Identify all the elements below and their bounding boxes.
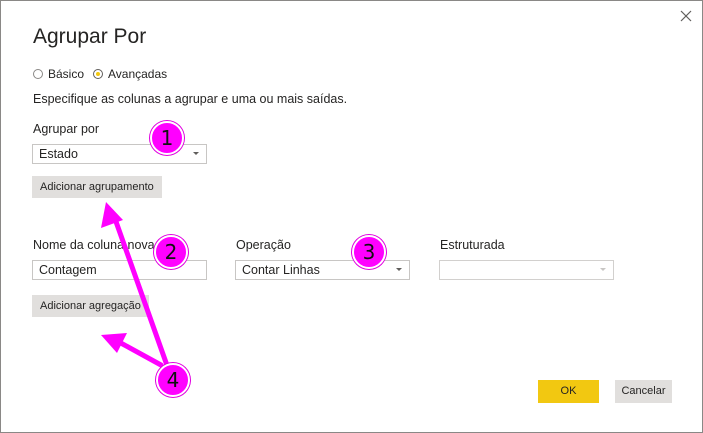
operation-select-value: Contar Linhas [242, 263, 320, 277]
instruction-text: Especifique as colunas a agrupar e uma o… [33, 92, 348, 106]
cancel-button[interactable]: Cancelar [615, 380, 672, 403]
callout-2: 2 [154, 235, 188, 269]
arrow-head-add-aggregation [101, 333, 127, 353]
structured-label: Estruturada [440, 238, 505, 252]
arrow-to-add-aggregation [116, 339, 164, 368]
radio-advanced-label: Avançadas [108, 67, 168, 81]
arrow-head-add-grouping [101, 202, 123, 228]
chevron-down-icon [396, 268, 402, 271]
callout-3: 3 [352, 235, 386, 269]
close-icon [680, 10, 692, 22]
group-by-label: Agrupar por [33, 122, 100, 136]
add-grouping-button[interactable]: Adicionar agrupamento [32, 176, 162, 198]
radio-basic-label: Básico [48, 67, 85, 81]
radio-advanced[interactable]: Avançadas [93, 67, 167, 81]
radio-basic-circle[interactable] [33, 69, 43, 79]
radio-basic[interactable]: Básico [33, 67, 84, 81]
annotation-arrows [101, 202, 172, 374]
group-by-select-value: Estado [39, 147, 78, 161]
group-by-dialog: Agrupar Por Básico Avançadas Especifique… [0, 0, 703, 433]
callout-1: 1 [150, 121, 184, 155]
callout-4: 4 [156, 363, 190, 397]
close-button[interactable] [677, 7, 695, 25]
ok-button[interactable]: OK [538, 380, 599, 403]
new-column-name-label: Nome da coluna nova [33, 238, 155, 252]
add-aggregation-button[interactable]: Adicionar agregação [32, 295, 149, 317]
structured-select[interactable] [439, 260, 614, 280]
dialog-title: Agrupar Por [33, 25, 147, 48]
radio-advanced-circle[interactable] [93, 69, 103, 79]
operation-label: Operação [236, 238, 291, 252]
chevron-down-icon [193, 152, 199, 155]
operation-select[interactable]: Contar Linhas [235, 260, 410, 280]
chevron-down-icon [600, 268, 606, 271]
